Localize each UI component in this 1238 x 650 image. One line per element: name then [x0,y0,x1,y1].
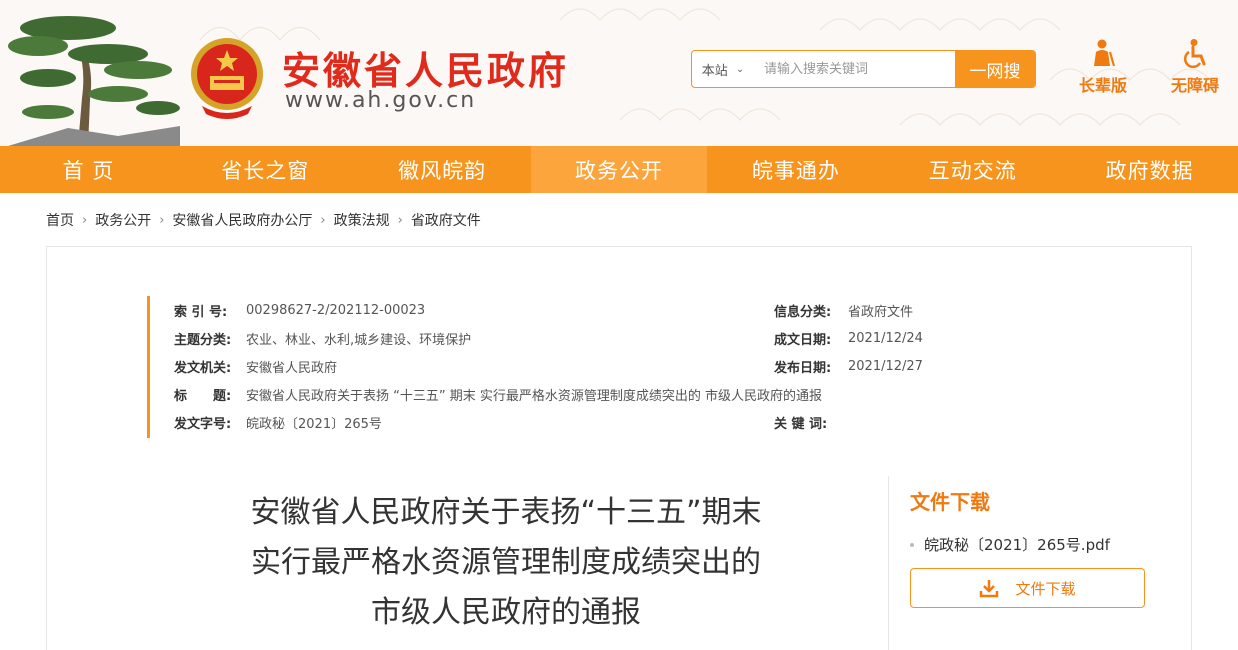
breadcrumb-home[interactable]: 首页 [46,210,74,230]
chevron-right-icon: › [320,212,326,228]
meta-written-row: 成文日期: 2021/12/24 [774,328,923,348]
meta-published-value: 2021/12/27 [848,358,923,374]
document-title-line: 安徽省人民政府关于表扬“十三五”期末 [250,495,762,530]
meta-title-value: 安徽省人民政府关于表扬 “十三五” 期末 实行最严格水资源管理制度成绩突出的 市… [246,388,822,404]
download-file-name: 皖政秘〔2021〕265号.pdf [924,536,1110,554]
meta-issuer-row: 发文机关: 安徽省人民政府 [174,356,337,376]
download-file-link[interactable]: 皖政秘〔2021〕265号.pdf [910,534,1110,555]
nav-item-gov-affairs[interactable]: 政务公开 [530,146,708,193]
download-section-title: 文件下载 [910,490,990,514]
meta-published-label: 发布日期: [774,360,832,376]
meta-written-label: 成文日期: [774,332,832,348]
header-background-pattern [199,8,1211,126]
nav-item-services[interactable]: 皖事通办 [707,146,884,193]
elder-mode-label: 长辈版 [1078,76,1127,95]
site-url: www.ah.gov.cn [285,88,477,113]
site-header: 安徽省人民政府 www.ah.gov.cn 本站 ⌄ 一网搜 长辈版 无障碍 [0,0,1238,146]
breadcrumb: 首页 › 政务公开 › 安徽省人民政府办公厅 › 政策法规 › 省政府文件 [46,210,481,230]
main-nav: 首 页 省长之窗 徽风皖韵 政务公开 皖事通办 互动交流 政府数据 [0,146,1238,193]
meta-topic-label: 主题分类: [174,332,232,348]
breadcrumb-gov-affairs[interactable]: 政务公开 [95,210,151,230]
national-emblem-icon [191,38,263,119]
meta-keywords-label: 关 键 词: [774,416,828,432]
elder-person-icon [1094,39,1116,67]
nav-item-interaction[interactable]: 互动交流 [884,146,1061,193]
meta-category-value: 省政府文件 [848,304,914,320]
download-button-label: 文件下载 [1015,579,1076,598]
download-icon [980,580,999,598]
search-button[interactable]: 一网搜 [955,51,1035,87]
chevron-right-icon: › [82,212,88,228]
accessibility-button[interactable]: 无障碍 [1160,38,1230,96]
meta-category-label: 信息分类: [774,304,832,320]
meta-docno-label: 发文字号: [174,416,232,432]
site-title[interactable]: 安徽省人民政府 [282,40,569,95]
breadcrumb-policies[interactable]: 政策法规 [334,210,390,230]
accessibility-label: 无障碍 [1170,76,1219,95]
meta-title-row: 标 题: 安徽省人民政府关于表扬 “十三五” 期末 实行最严格水资源管理制度成绩… [174,384,822,404]
nav-item-gov-data[interactable]: 政府数据 [1061,146,1238,193]
meta-written-value: 2021/12/24 [848,330,923,346]
search-box: 本站 ⌄ 一网搜 [691,50,1036,88]
nav-item-culture[interactable]: 徽风皖韵 [354,146,531,193]
sidebar-divider [888,476,889,650]
meta-issuer-value: 安徽省人民政府 [246,360,338,376]
breadcrumb-general-office[interactable]: 安徽省人民政府办公厅 [172,210,312,230]
breadcrumb-provincial-docs[interactable]: 省政府文件 [411,210,481,230]
meta-docno-row: 发文字号: 皖政秘〔2021〕265号 [174,412,382,432]
meta-published-row: 发布日期: 2021/12/27 [774,356,923,376]
meta-topic-value: 农业、林业、水利,城乡建设、环境保护 [246,332,472,348]
chevron-down-icon: ⌄ [735,63,745,75]
meta-title-label: 标 题: [174,388,232,404]
chevron-right-icon: › [397,212,403,228]
meta-docno-value: 皖政秘〔2021〕265号 [246,416,382,432]
meta-category-row: 信息分类: 省政府文件 [774,300,913,320]
meta-index-value: 00298627-2/202112-00023 [246,302,426,318]
elder-mode-button[interactable]: 长辈版 [1068,38,1138,96]
search-scope-label: 本站 [701,63,728,79]
meta-index-label: 索 引 号: [174,304,228,320]
meta-topic-row: 主题分类: 农业、林业、水利,城乡建设、环境保护 [174,328,471,348]
chevron-right-icon: › [159,212,165,228]
wheelchair-icon [1183,39,1206,68]
meta-keywords-row: 关 键 词: [774,412,848,432]
search-scope-select[interactable]: 本站 ⌄ [692,51,754,87]
document-title-line: 实行最严格水资源管理制度成绩突出的 [251,545,761,580]
meta-issuer-label: 发文机关: [174,360,232,376]
nav-item-governor[interactable]: 省长之窗 [177,146,354,193]
download-button[interactable]: 文件下载 [910,568,1145,608]
search-input[interactable] [756,51,956,87]
bullet-icon [910,542,914,547]
document-title: 安徽省人民政府关于表扬“十三五”期末 实行最严格水资源管理制度成绩突出的 市级人… [200,488,812,638]
pine-tree-logo [8,16,180,146]
document-title-line: 市级人民政府的通报 [371,595,641,630]
document-metadata: 索 引 号: 00298627-2/202112-00023 主题分类: 农业、… [147,296,1027,438]
meta-index-row: 索 引 号: 00298627-2/202112-00023 [174,300,425,320]
nav-item-home[interactable]: 首 页 [0,146,177,193]
